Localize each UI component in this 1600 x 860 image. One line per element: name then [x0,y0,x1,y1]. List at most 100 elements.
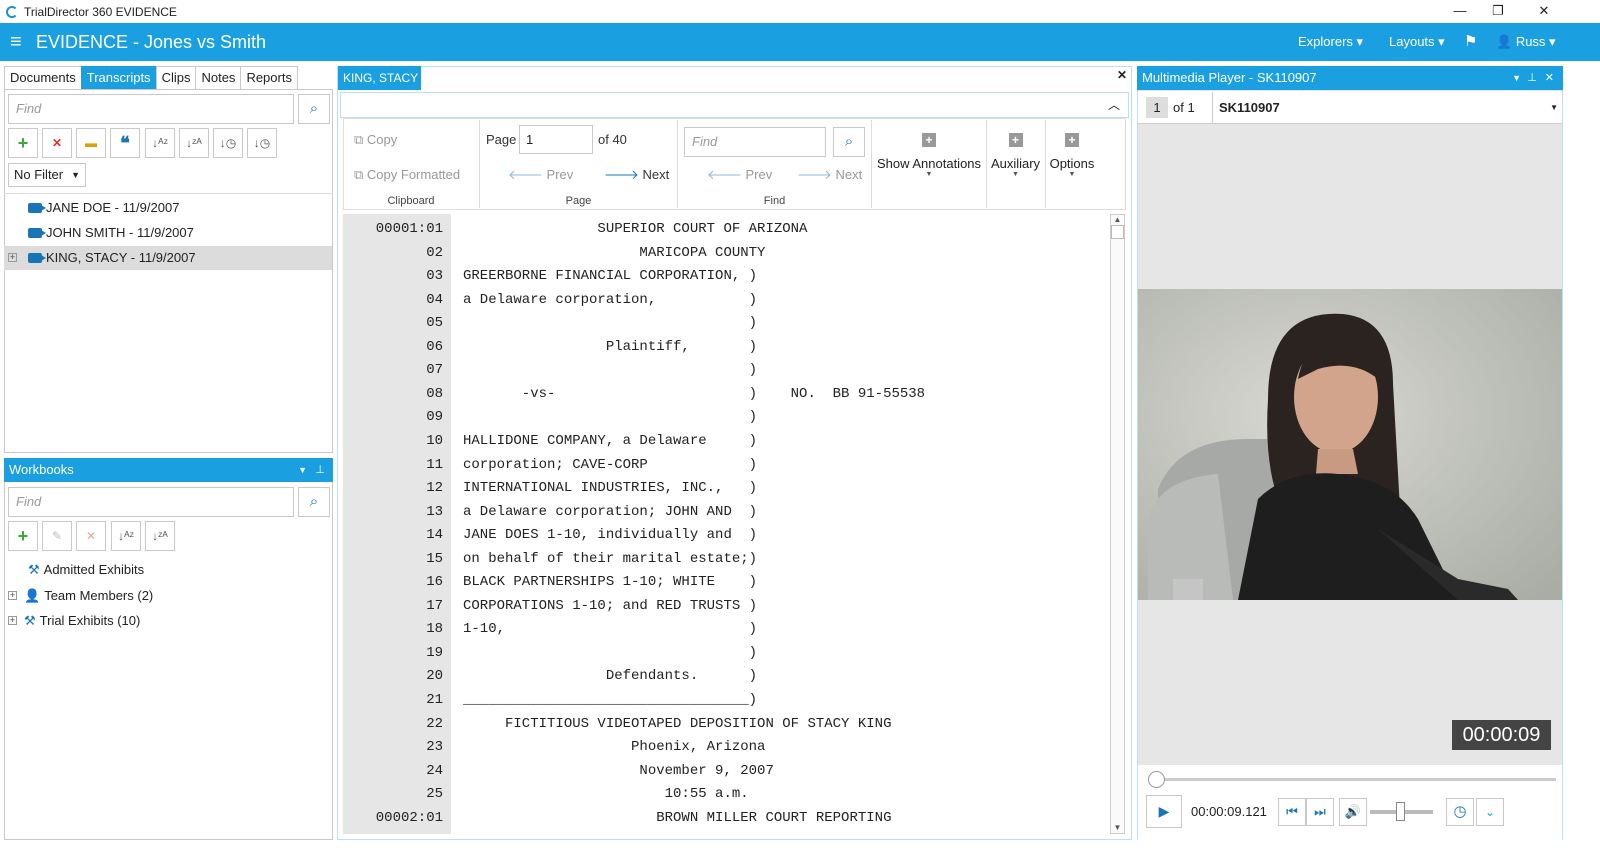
transcript-line[interactable]: ) [463,312,757,336]
video-frame[interactable] [1138,289,1562,600]
dropdown-icon[interactable]: ▼ [1512,66,1521,90]
copy-formatted-button[interactable]: ⧉ Copy Formatted [354,167,460,183]
find-prev-button[interactable]: 🡐 Prev [707,167,772,183]
search-icon[interactable]: ⌕ [833,127,865,157]
transcript-line[interactable]: JANE DOES 1-10, individually and ) [463,524,757,548]
transcript-line[interactable]: a Delaware corporation; JOHN AND ) [463,501,757,525]
transcript-line[interactable]: Plaintiff, ) [463,336,757,360]
tab-documents[interactable]: Documents [4,66,82,90]
sort-za-icon[interactable]: ↓ᶻᴬ [179,128,209,158]
transcript-line[interactable]: MARICOPA COUNTY [463,242,765,266]
transcript-tab[interactable]: KING, STACY [338,66,421,90]
transcript-line[interactable]: ) [463,359,757,383]
transcript-line[interactable]: ) [463,406,757,430]
list-item[interactable]: JANE DOE - 11/9/2007 [8,196,328,220]
transcript-line[interactable]: SUPERIOR COURT OF ARIZONA [463,218,807,242]
scroll-thumb[interactable] [1111,225,1124,239]
close-icon[interactable]: ✕ [1545,66,1554,90]
auxiliary-button[interactable]: + Auxiliary ▼ [987,132,1044,178]
minimize-button[interactable]: — [1440,0,1480,23]
find-next-button[interactable]: 🡒 Next [797,167,862,183]
transcript-line[interactable]: corporation; CAVE-CORP ) [463,454,757,478]
add-icon[interactable]: + [8,128,38,158]
clock-icon[interactable]: ◷ [1446,798,1474,826]
page-number-input[interactable]: 1 [519,125,593,154]
close-window-button[interactable]: ✕ [1524,0,1564,23]
sort-az-icon[interactable]: ↓ᴬᶻ [111,521,141,551]
collapse-ribbon-icon[interactable]: ︿ [1108,96,1120,113]
dropdown-icon[interactable]: ▼ [298,458,307,482]
quote-icon[interactable]: ❝ [110,128,140,158]
transcript-line[interactable]: GREERBORNE FINANCIAL CORPORATION, ) [463,265,757,289]
pin-icon[interactable]: ⊥ [1527,66,1537,90]
delete-icon[interactable]: ✕ [76,521,106,551]
list-item-selected[interactable]: + KING, STACY - 11/9/2007 [4,246,332,270]
transcript-line[interactable]: FICTITIOUS VIDEOTAPED DEPOSITION OF STAC… [463,713,891,737]
search-icon[interactable]: ⌕ [298,94,330,124]
sort-date-asc-icon[interactable]: ↓◷ [213,128,243,158]
skip-back-icon[interactable]: ⏮ [1278,798,1306,826]
volume-icon[interactable]: 🔊 [1339,798,1367,826]
transcripts-search-input[interactable]: Find [8,94,294,124]
search-icon[interactable]: ⌕ [298,487,330,517]
sort-date-desc-icon[interactable]: ↓◷ [247,128,277,158]
sort-za-icon[interactable]: ↓ᶻᴬ [145,521,175,551]
edit-icon[interactable]: ✎ [42,521,72,551]
tab-notes[interactable]: Notes [195,66,242,90]
layouts-menu[interactable]: Layouts ▾ [1389,23,1445,61]
transcript-line[interactable]: CORPORATIONS 1-10; and RED TRUSTS ) [463,595,757,619]
expand-icon[interactable]: + [8,616,17,625]
clip-select[interactable]: SK110907 ▼ [1212,92,1562,123]
flag-icon[interactable]: ⚑ [1464,23,1477,61]
expand-icon[interactable]: + [8,591,17,600]
workbooks-search-input[interactable]: Find [8,487,294,517]
expand-icon[interactable]: + [8,253,17,262]
transcript-line[interactable]: -vs- ) NO. BB 91-55538 [463,383,925,407]
transcript-line[interactable]: a Delaware corporation, ) [463,289,757,313]
transcript-line[interactable]: November 9, 2007 [463,760,773,784]
play-button[interactable]: ▶ [1146,795,1182,828]
explorers-menu[interactable]: Explorers ▾ [1298,23,1363,61]
user-menu[interactable]: 👤 Russ ▾ [1496,23,1556,61]
transcript-line[interactable]: BLACK PARTNERSHIPS 1-10; WHITE ) [463,571,757,595]
folder-icon[interactable]: ▬ [76,128,106,158]
restore-button[interactable]: ❐ [1478,0,1518,23]
prev-page-button[interactable]: 🡐 Prev [508,167,573,183]
scroll-down-icon[interactable]: ▼ [1111,823,1124,832]
list-item[interactable]: JOHN SMITH - 11/9/2007 [8,221,328,245]
show-annotations-button[interactable]: + Show Annotations ▼ [872,132,986,178]
pin-icon[interactable]: ⊥ [315,458,325,482]
tab-transcripts[interactable]: Transcripts [80,66,157,90]
seek-track[interactable] [1156,778,1556,781]
transcript-line[interactable]: BROWN MILLER COURT REPORTING [463,807,891,831]
chevron-down-icon[interactable]: ⌄ [1476,798,1504,826]
transcript-line[interactable]: HALLIDONE COMPANY, a Delaware ) [463,430,757,454]
transcript-line[interactable]: 10:55 a.m. [463,783,749,807]
options-button[interactable]: + Options ▼ [1046,132,1098,178]
copy-button[interactable]: ⧉ Copy [354,132,397,148]
clip-index[interactable]: 1 [1146,97,1168,118]
filter-dropdown[interactable]: No Filter ▼ [8,163,86,187]
tab-clips[interactable]: Clips [155,66,197,90]
hamburger-menu-icon[interactable]: ≡ [10,31,30,54]
add-icon[interactable]: + [8,521,38,551]
scroll-up-icon[interactable]: ▲ [1111,215,1124,224]
seek-handle[interactable] [1148,771,1165,788]
transcript-line[interactable]: ) [463,642,757,666]
transcript-line[interactable]: on behalf of their marital estate;) [463,548,757,572]
transcript-line[interactable]: Phoenix, Arizona [463,736,765,760]
volume-handle[interactable] [1396,802,1405,821]
workbook-item[interactable]: + 👤 Team Members (2) [8,584,328,608]
close-tab-icon[interactable]: ✕ [1117,68,1127,82]
transcript-line[interactable]: INTERNATIONAL INDUSTRIES, INC., ) [463,477,757,501]
transcript-line[interactable]: 1-10, ) [463,618,757,642]
workbook-item[interactable]: ⚒ Admitted Exhibits [8,558,328,582]
workbook-item[interactable]: + ⚒ Trial Exhibits (10) [8,609,328,633]
delete-icon[interactable]: ✕ [42,128,72,158]
sort-az-icon[interactable]: ↓ᴬᶻ [145,128,175,158]
transcript-scrollbar[interactable]: ▲ ▼ [1110,214,1125,834]
transcript-find-input[interactable]: Find [684,127,826,157]
skip-forward-icon[interactable]: ⏭ [1306,798,1334,826]
transcript-line[interactable]: Defendants. ) [463,665,757,689]
next-page-button[interactable]: 🡒 Next [604,167,669,183]
